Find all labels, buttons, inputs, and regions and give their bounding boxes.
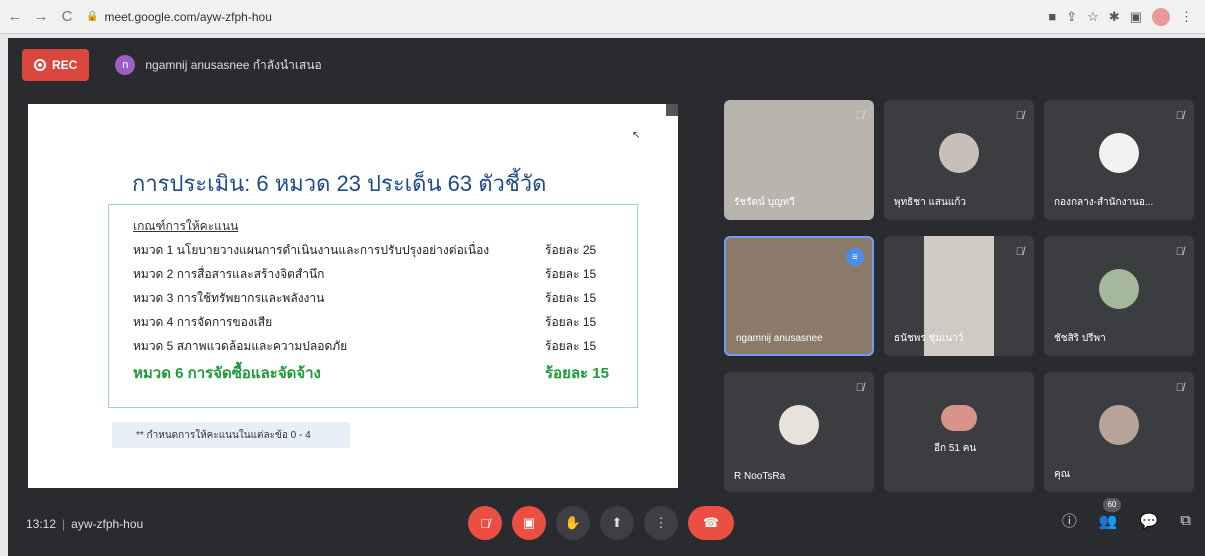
sidepanel-icon[interactable]: ▣ <box>1130 9 1142 25</box>
back-icon[interactable]: ← <box>4 6 26 28</box>
participant-name: คุณ <box>1054 469 1070 480</box>
meeting-details-icon[interactable]: ⓘ <box>1062 510 1077 531</box>
cursor-icon: ↖ <box>632 130 641 141</box>
participant-tile-active[interactable]: ≡ ngamnij anusasnee <box>724 236 874 356</box>
meet-bottombar: 13:12 | ayw-zfph-hou 🎙̸ ▣ ✋ ⬆ ⋮ ☎ ⓘ 👥 60 … <box>8 492 1205 556</box>
criteria-row: หมวด 3 การใช้ทรัพยากรและพลังงาน ร้อยละ 1… <box>133 289 613 308</box>
muted-mic-icon: 🎙̸ <box>1015 246 1024 258</box>
criteria-label: หมวด 3 การใช้ทรัพยากรและพลังงาน <box>133 291 325 305</box>
participant-avatar <box>1099 268 1139 309</box>
presenter-info: n ngamnij anusasnee กำลังนำเสนอ <box>115 55 322 75</box>
record-icon <box>34 59 46 71</box>
reload-icon[interactable]: C <box>56 6 78 28</box>
criteria-label: หมวด 4 การจัดการของเสีย <box>133 315 273 329</box>
meeting-info: 13:12 | ayw-zfph-hou <box>26 517 143 531</box>
chat-icon[interactable]: 💬 <box>1140 512 1159 530</box>
mic-off-icon[interactable]: 🎙̸ <box>468 506 502 540</box>
muted-mic-icon: 🎙̸ <box>855 382 864 394</box>
raise-hand-icon[interactable]: ✋ <box>556 506 590 540</box>
criteria-row: หมวด 1 นโยบายวางแผนการดำเนินงานและการปรั… <box>133 241 613 260</box>
muted-mic-icon: 🎙̸ <box>1015 110 1024 122</box>
participant-name: รัชรัตน์ บุญทวี <box>734 197 795 208</box>
slide-options-icon[interactable] <box>666 104 678 116</box>
criteria-row-highlighted: หมวด 6 การจัดซื้อและจัดจ้าง ร้อยละ 15 <box>133 361 613 385</box>
bookmark-star-icon[interactable]: ☆ <box>1087 9 1099 25</box>
participant-tile[interactable]: 🎙̸ R NooTsRa <box>724 372 874 492</box>
others-tile[interactable]: อีก 51 คน <box>884 372 1034 492</box>
participant-avatar <box>1099 132 1139 173</box>
participant-name: R NooTsRa <box>734 471 786 482</box>
criteria-percent: ร้อยละ 15 <box>545 315 597 329</box>
criteria-percent: ร้อยละ 25 <box>545 243 597 257</box>
criteria-heading: เกณฑ์การให้คะแนน <box>133 219 239 233</box>
participant-name: พุทธิชา แสนแก้ว <box>894 197 966 208</box>
participant-avatar <box>1099 404 1139 445</box>
scoring-note: ** กำหนดการให้คะแนนในแต่ละข้อ 0 - 4 <box>112 422 350 448</box>
browser-menu-icon[interactable]: ⋮ <box>1180 9 1193 25</box>
criteria-row: หมวด 4 การจัดการของเสีย ร้อยละ 15 <box>133 313 613 332</box>
participant-avatar <box>939 132 979 173</box>
extensions-icon[interactable]: ✱ <box>1109 9 1120 25</box>
call-controls: 🎙̸ ▣ ✋ ⬆ ⋮ ☎ <box>468 506 734 540</box>
meeting-code: ayw-zfph-hou <box>71 517 144 531</box>
slide-title: การประเมิน: 6 หมวด 23 ประเด็น 63 ตัวชี้ว… <box>132 171 547 196</box>
profile-avatar[interactable] <box>1152 7 1170 26</box>
others-count: อีก 51 คน <box>934 443 977 454</box>
participant-avatar <box>779 404 819 445</box>
meet-topbar: REC n ngamnij anusasnee กำลังนำเสนอ <box>8 38 1205 92</box>
participant-tile[interactable]: 🎙̸ รัชรัตน์ บุญทวี <box>724 100 874 220</box>
muted-mic-icon: 🎙̸ <box>1175 246 1184 258</box>
address-bar[interactable]: 🔒 meet.google.com/ayw-zfph-hou <box>86 6 806 28</box>
present-screen-icon[interactable]: ⬆ <box>600 506 634 540</box>
people-icon[interactable]: 👥 60 <box>1099 497 1121 530</box>
activities-icon[interactable]: ⧉ <box>1180 512 1191 529</box>
presenter-text: ngamnij anusasnee กำลังนำเสนอ <box>145 57 322 72</box>
criteria-label: หมวด 1 นโยบายวางแผนการดำเนินงานและการปรั… <box>133 243 490 257</box>
end-call-icon[interactable]: ☎ <box>688 506 734 540</box>
share-icon[interactable]: ⇪ <box>1066 9 1077 25</box>
speaking-indicator-icon: ≡ <box>846 248 864 266</box>
criteria-row: หมวด 2 การสื่อสารและสร้างจิตสำนึก ร้อยละ… <box>133 265 613 284</box>
clock-time: 13:12 <box>26 517 57 531</box>
presenter-avatar: n <box>115 55 136 75</box>
criteria-row: หมวด 5 สภาพแวดล้อมและความปลอดภัย ร้อยละ … <box>133 337 613 356</box>
lock-icon: 🔒 <box>86 11 99 22</box>
side-controls: ⓘ 👥 60 💬 ⧉ <box>1062 497 1191 531</box>
participant-tile[interactable]: 🎙̸ ธนัชพร ชุ่มเนาว์ <box>884 236 1034 356</box>
participant-name: ชัชสิริ ปรีพา <box>1054 333 1106 344</box>
more-options-icon[interactable]: ⋮ <box>644 506 678 540</box>
camera-off-icon[interactable]: ▣ <box>512 506 546 540</box>
others-avatars <box>941 404 977 431</box>
info-separator: | <box>62 517 66 531</box>
muted-mic-icon: 🎙̸ <box>1175 382 1184 394</box>
browser-toolbar: ← → C 🔒 meet.google.com/ayw-zfph-hou ■ ⇪… <box>0 0 1205 34</box>
criteria-box: เกณฑ์การให้คะแนน หมวด 1 นโยบายวางแผนการด… <box>108 204 638 408</box>
criteria-percent: ร้อยละ 15 <box>545 339 597 353</box>
participant-tile[interactable]: 🎙̸ พุทธิชา แสนแก้ว <box>884 100 1034 220</box>
participant-name: ธนัชพร ชุ่มเนาว์ <box>894 333 964 344</box>
criteria-percent: ร้อยละ 15 <box>545 365 609 382</box>
participant-tile[interactable]: 🎙̸ คุณ <box>1044 372 1194 492</box>
url-text: meet.google.com/ayw-zfph-hou <box>104 9 272 24</box>
forward-icon[interactable]: → <box>30 6 52 28</box>
meet-window: REC n ngamnij anusasnee กำลังนำเสนอ ↖ กา… <box>8 38 1205 556</box>
camera-icon[interactable]: ■ <box>1048 9 1056 24</box>
participant-name: ngamnij anusasnee <box>736 333 823 344</box>
presentation-slide: ↖ การประเมิน: 6 หมวด 23 ประเด็น 63 ตัวชี… <box>28 104 678 488</box>
participant-tile[interactable]: 🎙̸ กองกลาง-สำนักงานอ... <box>1044 100 1194 220</box>
muted-mic-icon: 🎙̸ <box>855 110 864 122</box>
rec-label: REC <box>52 58 78 72</box>
browser-actions: ■ ⇪ ☆ ✱ ▣ ⋮ <box>1048 7 1193 26</box>
participant-name: กองกลาง-สำนักงานอ... <box>1054 197 1154 208</box>
participant-tile[interactable]: 🎙̸ ชัชสิริ ปรีพา <box>1044 236 1194 356</box>
recording-badge[interactable]: REC <box>22 49 90 81</box>
muted-mic-icon: 🎙̸ <box>1175 110 1184 122</box>
criteria-label: หมวด 2 การสื่อสารและสร้างจิตสำนึก <box>133 267 325 281</box>
criteria-label: หมวด 6 การจัดซื้อและจัดจ้าง <box>133 365 321 382</box>
criteria-percent: ร้อยละ 15 <box>545 291 597 305</box>
people-count-badge: 60 <box>1102 497 1121 512</box>
criteria-percent: ร้อยละ 15 <box>545 267 597 281</box>
criteria-label: หมวด 5 สภาพแวดล้อมและความปลอดภัย <box>133 339 348 353</box>
